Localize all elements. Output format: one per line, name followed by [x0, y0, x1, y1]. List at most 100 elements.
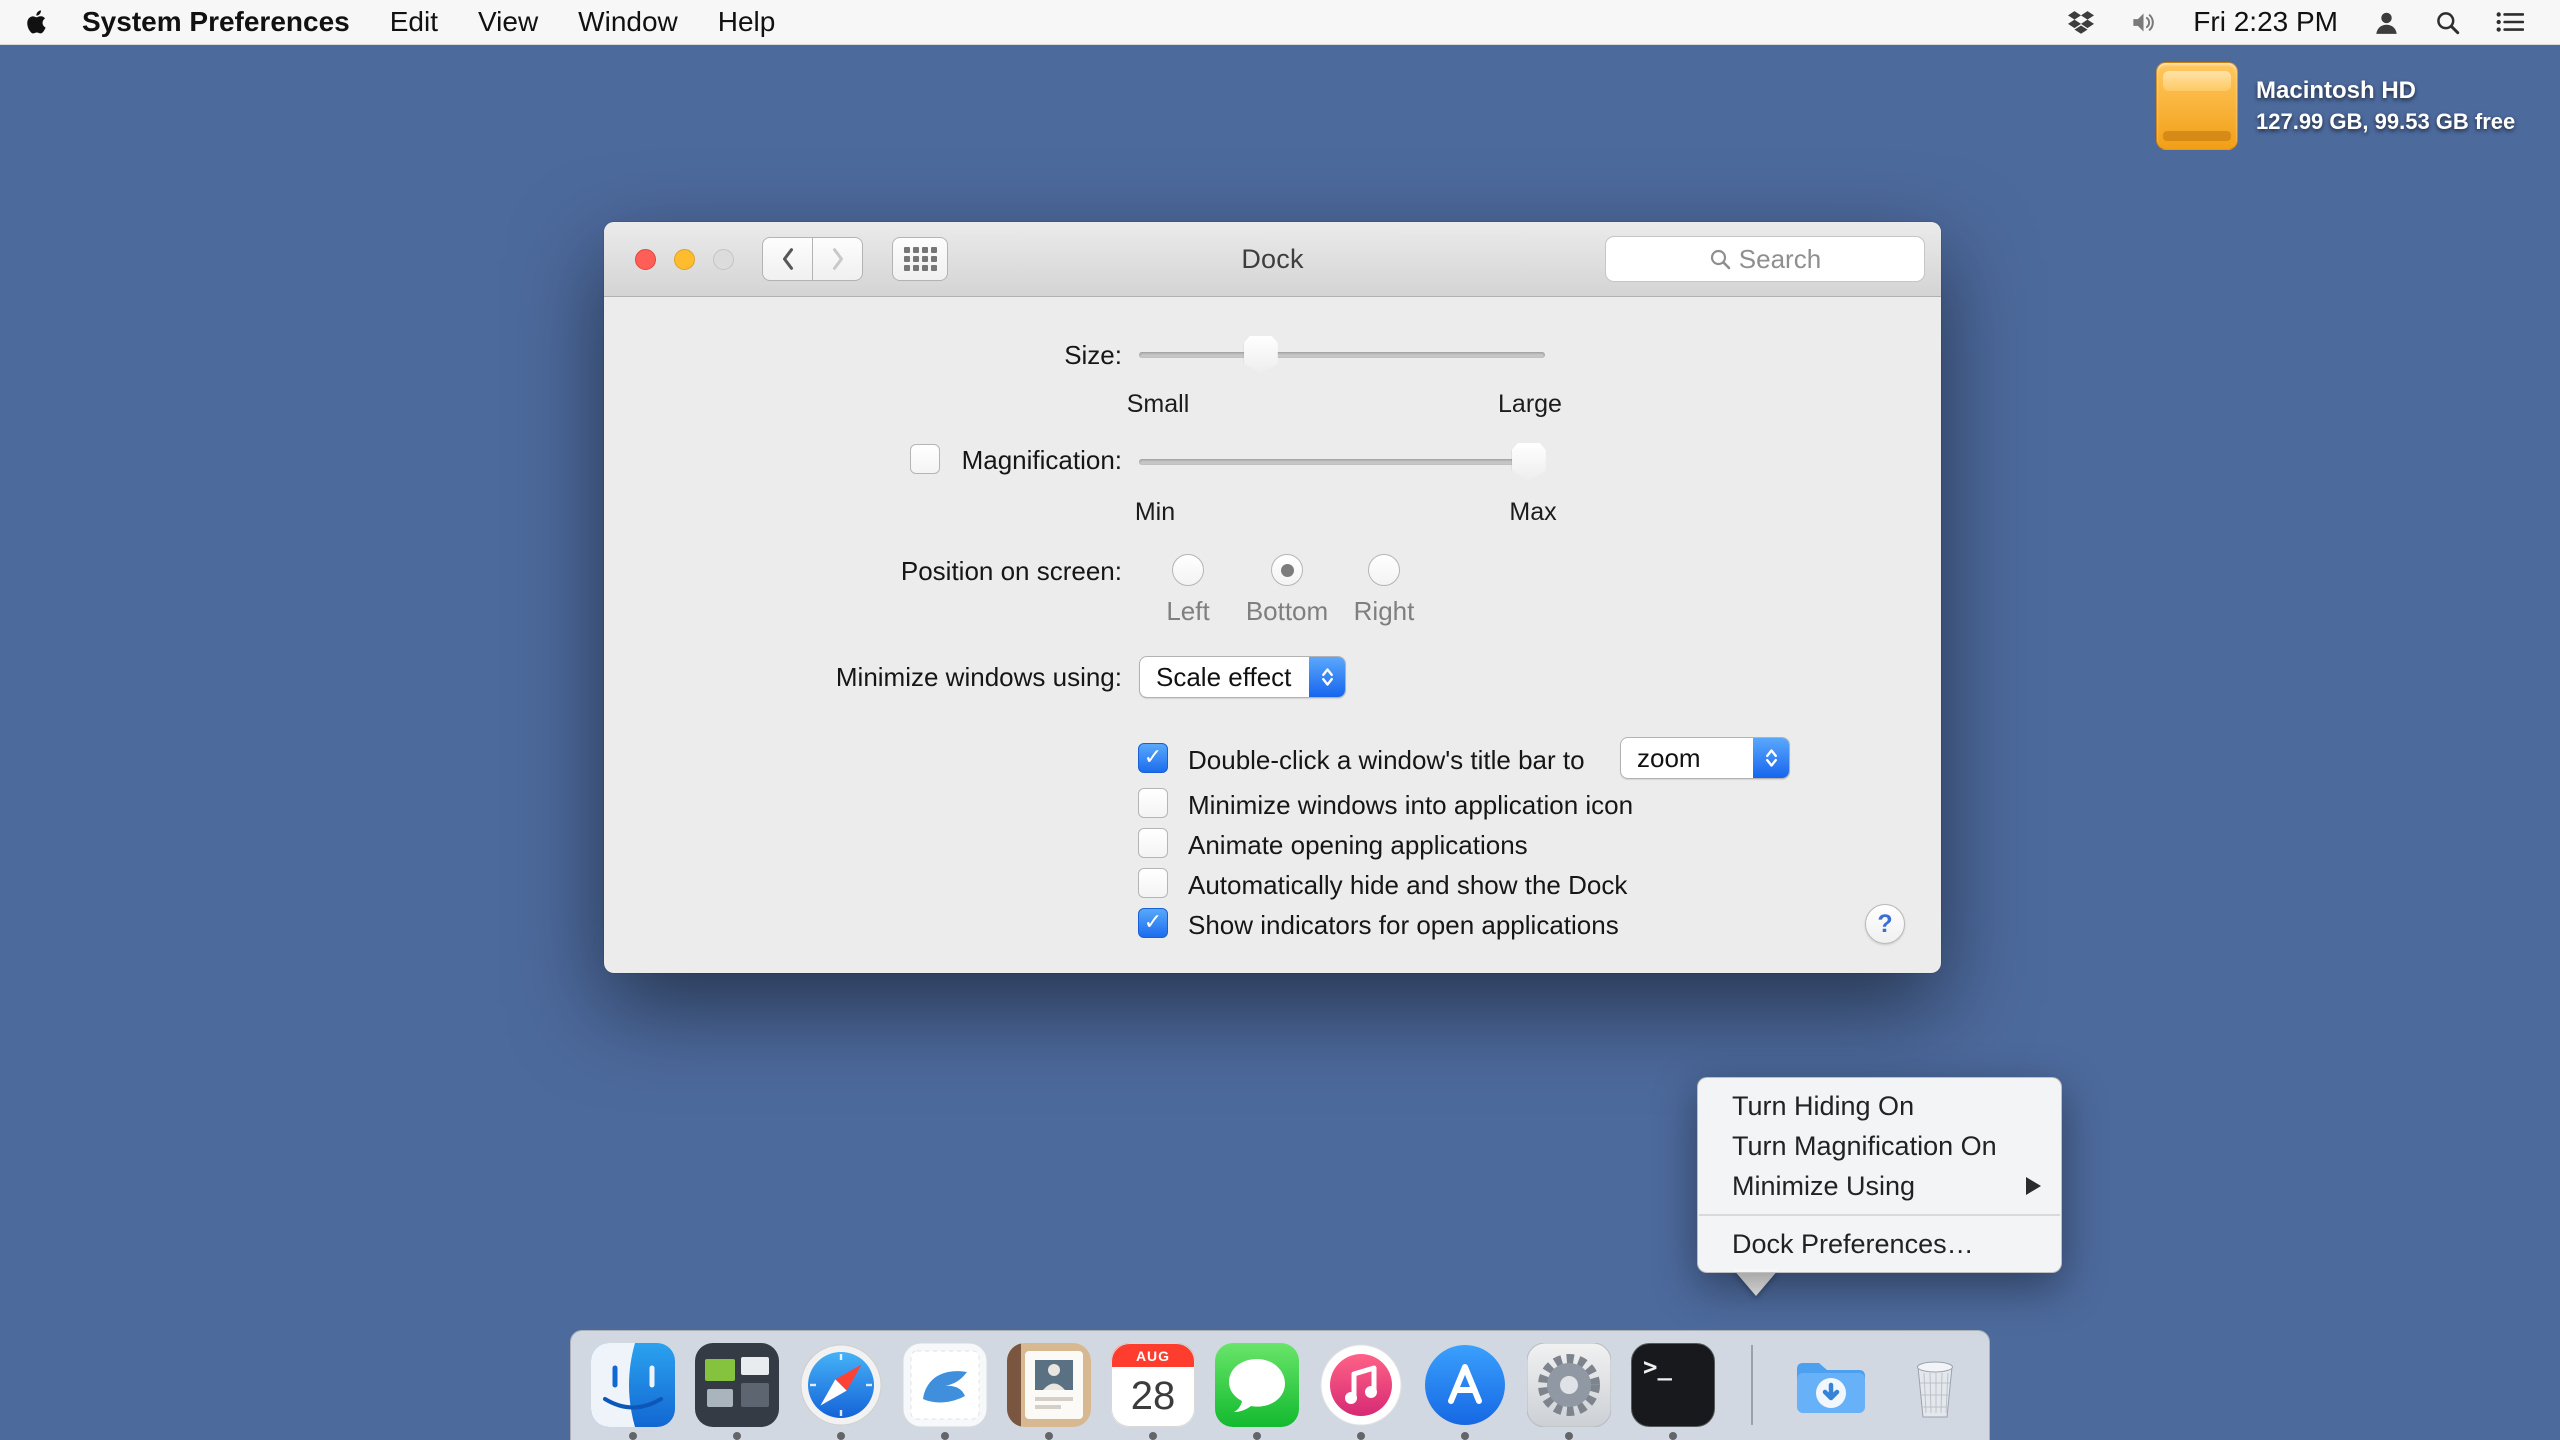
trash-icon: [1917, 1361, 1953, 1418]
disk-info: 127.99 GB, 99.53 GB free: [2256, 109, 2516, 134]
position-right-label: Right: [1353, 596, 1415, 626]
dropbox-icon[interactable]: [2068, 10, 2095, 34]
minimize-into-icon-label: Minimize windows into application icon: [1188, 790, 1634, 820]
dock-terminal[interactable]: >_: [1631, 1343, 1715, 1440]
menu-window[interactable]: Window: [578, 0, 678, 44]
mail-icon: [903, 1343, 987, 1427]
position-radio-left[interactable]: [1172, 554, 1204, 586]
running-indicator: [1669, 1432, 1677, 1440]
desktop-disk[interactable]: Macintosh HD 127.99 GB, 99.53 GB free: [2156, 62, 2515, 150]
running-indicator: [1045, 1432, 1053, 1440]
double-click-action-value: zoom: [1637, 742, 1701, 773]
running-indicator: [837, 1432, 845, 1440]
magnification-checkbox[interactable]: [910, 444, 940, 474]
downloads-folder-icon: [1797, 1363, 1865, 1413]
messages-icon: [1215, 1343, 1299, 1427]
position-radio-bottom[interactable]: [1271, 554, 1303, 586]
magnification-min-label: Min: [1134, 498, 1176, 526]
mission-control-icon: [695, 1343, 779, 1427]
magnification-label: Magnification:: [961, 445, 1122, 475]
dock-safari[interactable]: [799, 1343, 883, 1440]
search-input[interactable]: Search: [1605, 236, 1925, 282]
stepper-arrows-icon: [1753, 738, 1789, 778]
menu-help[interactable]: Help: [718, 0, 776, 44]
dock-messages[interactable]: [1215, 1343, 1299, 1440]
menu-view[interactable]: View: [478, 0, 538, 44]
calendar-month: AUG: [1136, 1348, 1170, 1364]
menu-separator: [1699, 1214, 2060, 1216]
show-indicators-label: Show indicators for open applications: [1188, 910, 1619, 940]
menu-item-minimize-using[interactable]: Minimize Using: [1698, 1166, 2061, 1206]
menu-item-dock-preferences[interactable]: Dock Preferences…: [1698, 1224, 2061, 1264]
dock-context-menu: Turn Hiding On Turn Magnification On Min…: [1697, 1077, 2062, 1273]
dock-finder[interactable]: [591, 1343, 675, 1440]
auto-hide-label: Automatically hide and show the Dock: [1188, 870, 1628, 900]
menu-app-name[interactable]: System Preferences: [82, 0, 350, 44]
size-slider-thumb[interactable]: [1243, 336, 1278, 374]
dock-downloads[interactable]: [1789, 1343, 1873, 1427]
menu-clock[interactable]: Fri 2:23 PM: [2193, 0, 2338, 44]
menu-bar: System Preferences Edit View Window Help…: [0, 0, 2560, 45]
magnification-slider[interactable]: [1139, 443, 1546, 481]
itunes-icon: [1320, 1344, 1402, 1426]
user-icon[interactable]: [2374, 10, 2399, 35]
dock-contacts[interactable]: [1007, 1343, 1091, 1440]
position-bottom-label: Bottom: [1245, 596, 1329, 626]
minimize-effect-value: Scale effect: [1156, 661, 1292, 692]
dock-preferences-window: Dock Search Size: Small Large Magnificat…: [604, 222, 1941, 973]
apple-menu-icon[interactable]: [26, 8, 50, 36]
dock-separator[interactable]: [1751, 1345, 1753, 1425]
dock: AUG 28 >_: [570, 1330, 1990, 1440]
size-label: Size:: [1064, 340, 1122, 370]
notification-center-icon[interactable]: [2496, 11, 2524, 33]
finder-icon: [591, 1343, 675, 1427]
dock-mail[interactable]: [903, 1343, 987, 1440]
position-radio-right[interactable]: [1368, 554, 1400, 586]
dock-mission-control[interactable]: [695, 1343, 779, 1440]
magnification-slider-thumb[interactable]: [1511, 443, 1546, 481]
position-label: Position on screen:: [900, 556, 1122, 586]
dock-calendar[interactable]: AUG 28: [1111, 1343, 1195, 1440]
calendar-day: 28: [1131, 1374, 1176, 1418]
window-titlebar[interactable]: Dock Search: [604, 222, 1941, 297]
context-menu-tail: [1733, 1269, 1779, 1296]
double-click-checkbox[interactable]: [1138, 743, 1168, 773]
search-placeholder: Search: [1738, 243, 1822, 274]
dock-itunes[interactable]: [1319, 1343, 1403, 1440]
minimize-using-label: Minimize windows using:: [835, 662, 1122, 692]
running-indicator: [733, 1432, 741, 1440]
contacts-icon: [1007, 1343, 1091, 1427]
dock-app-store[interactable]: [1423, 1343, 1507, 1440]
double-click-label: Double-click a window's title bar to: [1188, 745, 1585, 775]
animate-opening-checkbox[interactable]: [1138, 828, 1168, 858]
app-store-icon: [1425, 1345, 1505, 1425]
safari-icon: [800, 1344, 882, 1426]
size-slider[interactable]: [1139, 336, 1545, 374]
help-button[interactable]: ?: [1865, 904, 1905, 944]
size-min-label: Small: [1126, 390, 1190, 418]
system-preferences-icon: [1527, 1343, 1611, 1427]
menu-edit[interactable]: Edit: [390, 0, 438, 44]
search-icon: [1710, 249, 1731, 270]
menu-item-turn-hiding-on[interactable]: Turn Hiding On: [1698, 1086, 2061, 1126]
calendar-icon: AUG 28: [1111, 1343, 1195, 1427]
minimize-into-icon-checkbox[interactable]: [1138, 788, 1168, 818]
running-indicator: [1253, 1432, 1261, 1440]
running-indicator: [941, 1432, 949, 1440]
dock-trash[interactable]: [1893, 1343, 1977, 1427]
dock-system-preferences[interactable]: [1527, 1343, 1611, 1440]
macintosh-hd-icon[interactable]: [2156, 62, 2238, 150]
submenu-arrow-icon: [2026, 1177, 2041, 1195]
running-indicator: [1149, 1432, 1157, 1440]
auto-hide-checkbox[interactable]: [1138, 868, 1168, 898]
double-click-action-dropdown[interactable]: zoom: [1620, 737, 1790, 779]
minimize-effect-dropdown[interactable]: Scale effect: [1139, 656, 1346, 698]
spotlight-search-icon[interactable]: [2435, 10, 2460, 35]
show-indicators-checkbox[interactable]: [1138, 908, 1168, 938]
disk-name: Macintosh HD: [2256, 77, 2417, 104]
desktop: System Preferences Edit View Window Help…: [0, 0, 2560, 1440]
menu-item-turn-magnification-on[interactable]: Turn Magnification On: [1698, 1126, 2061, 1166]
size-max-label: Large: [1498, 390, 1562, 418]
volume-icon[interactable]: [2130, 11, 2157, 34]
position-left-label: Left: [1166, 596, 1210, 626]
